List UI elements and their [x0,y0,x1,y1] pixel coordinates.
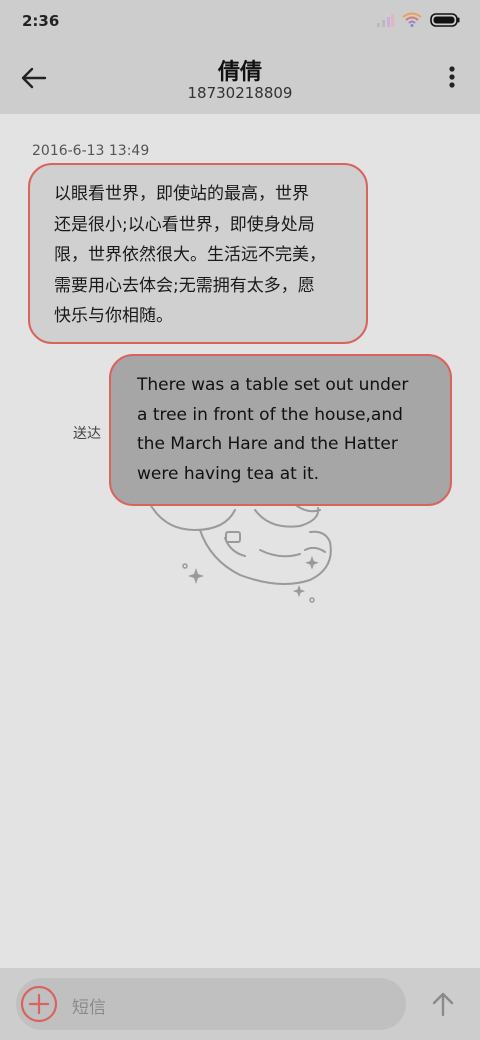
outgoing-message-line: were having tea at it. [137,463,320,484]
signal-icon [377,13,394,27]
send-button[interactable] [430,990,456,1018]
message-input-field[interactable]: 短信 [16,978,406,1030]
outgoing-message-line: the March Hare and the Hatter [137,434,398,454]
message-composer: 短信 [0,968,480,1040]
send-arrow-icon [432,992,454,1017]
contact-name: 倩倩 [217,60,262,85]
incoming-message-line: 限，世界依然很大。生活远不完美， [54,245,326,265]
status-icons [376,12,460,27]
delivery-status: 送达 [73,426,101,442]
battery-icon [430,12,460,27]
incoming-message-line: 快乐与你相随。 [54,306,173,326]
incoming-message-line: 需要用心去体会;无需拥有太多，愿 [54,275,315,296]
contact-phone-number: 18730218809 [187,84,293,102]
outgoing-message-line: a tree in front of the house,and [137,404,403,425]
more-options-button[interactable] [444,64,460,94]
add-attachment-button[interactable] [20,985,58,1023]
message-timestamp: 2016-6-13 13:49 [32,143,150,159]
incoming-message-bubble[interactable]: 以眼看世界，即使站的最高，世界 还是很小;以心看世界，即使身处局 限，世界依然很… [28,163,368,344]
conversation-header: 倩倩 18730218809 [0,42,480,114]
incoming-message-line: 还是很小;以心看世界，即使身处局 [54,214,315,235]
wifi-icon [402,12,422,27]
add-circle-icon [20,985,58,1023]
astronaut-illustration [149,499,332,603]
status-time: 2:36 [22,12,60,30]
outgoing-message-line: There was a table set out under [137,375,409,395]
incoming-message-line: 以眼看世界，即使站的最高，世界 [54,184,309,204]
message-input-placeholder: 短信 [72,998,106,1018]
more-vert-icon [449,66,455,88]
outgoing-message-bubble[interactable]: There was a table set out under a tree i… [109,354,452,506]
status-bar: 2:36 [0,0,480,42]
